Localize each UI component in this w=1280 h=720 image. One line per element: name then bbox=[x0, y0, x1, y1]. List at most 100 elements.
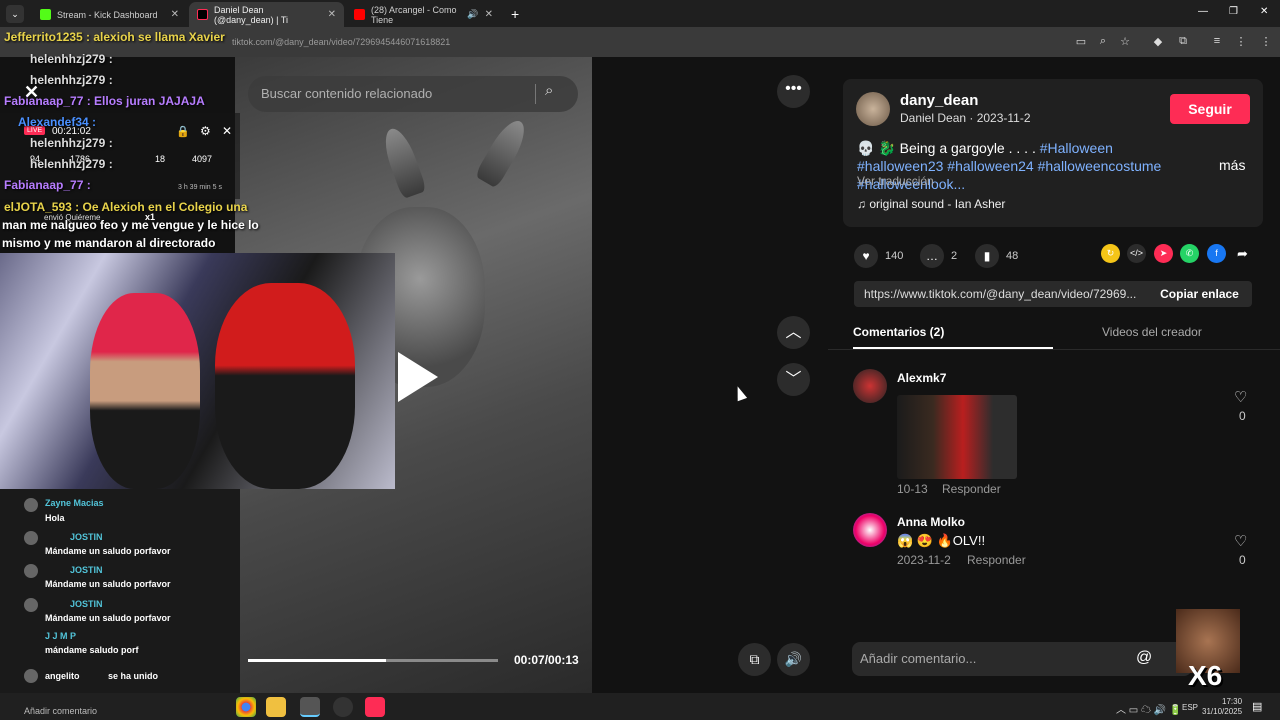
divider bbox=[535, 84, 536, 104]
more-options-button[interactable]: ••• bbox=[777, 75, 810, 108]
restore-button[interactable]: ❐ bbox=[1229, 6, 1238, 17]
play-icon[interactable] bbox=[398, 352, 438, 402]
heart-icon[interactable]: ♥ bbox=[854, 244, 878, 268]
tab-creator-videos[interactable]: Videos del creador bbox=[1102, 325, 1202, 339]
comment-stat[interactable]: … 2 bbox=[920, 244, 957, 268]
speaker-icon[interactable]: 🔊 bbox=[467, 9, 478, 20]
chat-name: JOSTIN bbox=[70, 599, 103, 609]
author-avatar[interactable] bbox=[856, 92, 890, 126]
author-display-date: Daniel Dean · 2023-11-2 bbox=[900, 111, 1031, 125]
heart-outline-icon[interactable]: ♡ bbox=[1234, 532, 1247, 550]
like-count: 140 bbox=[885, 250, 904, 262]
webcam-overlay bbox=[0, 253, 395, 489]
comment-like-count: 0 bbox=[1239, 409, 1246, 423]
language-indicator[interactable]: ESP bbox=[1182, 703, 1198, 712]
translate-link[interactable]: Ver traducción bbox=[857, 174, 934, 188]
cast-icon[interactable]: ▭ bbox=[1073, 35, 1089, 49]
mention-icon[interactable]: @ bbox=[1136, 649, 1152, 667]
url-field[interactable]: tiktok.com/@dany_dean/video/729694544607… bbox=[232, 37, 450, 47]
chat-list: Zayne Macias Hola JOSTIN Mándame un salu… bbox=[0, 489, 240, 693]
browser-menu-icon[interactable]: ⋮ bbox=[1258, 35, 1274, 49]
window-close-button[interactable]: ✕ bbox=[1260, 6, 1268, 17]
commenter-avatar[interactable] bbox=[853, 513, 887, 547]
related-search-input[interactable]: Buscar contenido relacionado bbox=[248, 76, 578, 112]
zoom-icon[interactable]: ⌕ bbox=[1095, 35, 1111, 49]
clock[interactable]: 17:30 31/10/2025 bbox=[1202, 697, 1242, 717]
video-progress-fill bbox=[248, 659, 386, 662]
chat-name: Zayne Macias bbox=[45, 498, 104, 508]
sound-link[interactable]: ♫ original sound - Ian Asher bbox=[857, 197, 1005, 211]
chat-line: helenhhzj279 : bbox=[30, 52, 113, 66]
commenter-name[interactable]: Anna Molko bbox=[897, 515, 965, 529]
caption-more-link[interactable]: más bbox=[1219, 157, 1245, 173]
video-link[interactable]: https://www.tiktok.com/@dany_dean/video/… bbox=[864, 287, 1144, 301]
notification-icon[interactable]: ▤ bbox=[1252, 700, 1262, 713]
next-video-button[interactable]: ﹀ bbox=[777, 363, 810, 396]
close-icon[interactable]: ✕ bbox=[328, 9, 336, 20]
comment-count: 2 bbox=[951, 250, 958, 262]
repost-icon[interactable]: ↻ bbox=[1101, 244, 1120, 263]
share-arrow-icon[interactable]: ➦ bbox=[1233, 244, 1252, 263]
tab-label: Stream - Kick Dashboard bbox=[57, 9, 158, 20]
close-icon[interactable]: ✕ bbox=[24, 82, 39, 103]
picture-in-picture-button[interactable]: ⧉ bbox=[738, 643, 771, 676]
extension-icon[interactable]: ◆ bbox=[1150, 35, 1166, 49]
puzzle-icon[interactable]: ⧉ bbox=[1175, 35, 1191, 49]
comment-icon[interactable]: … bbox=[920, 244, 944, 268]
follow-button[interactable]: Seguir bbox=[1170, 94, 1250, 124]
chat-message: Mándame un saludo porfavor bbox=[45, 579, 171, 589]
bookmark-icon[interactable]: ▮ bbox=[975, 244, 999, 268]
comment-image[interactable] bbox=[897, 395, 1017, 479]
tiktok-app-icon[interactable] bbox=[365, 697, 385, 717]
reply-link[interactable]: Responder bbox=[942, 482, 1001, 496]
chat-line: helenhhzj279 : bbox=[30, 73, 113, 87]
streamer-figure bbox=[90, 293, 200, 489]
tab-tiktok[interactable]: Daniel Dean (@dany_dean) | Ti ✕ bbox=[189, 2, 344, 27]
tab-label: (28) Arcangel - Como Tiene bbox=[371, 4, 457, 25]
file-explorer-icon[interactable] bbox=[266, 697, 286, 717]
like-stat[interactable]: ♥ 140 bbox=[854, 244, 903, 268]
video-progress-bar[interactable] bbox=[248, 659, 498, 662]
media-icon[interactable]: ≡ bbox=[1209, 35, 1225, 49]
browser-tab-bar: ⌄ Stream - Kick Dashboard ✕ Daniel Dean … bbox=[0, 0, 1280, 27]
commenter-avatar[interactable] bbox=[853, 369, 887, 403]
tab-search-button[interactable]: ⌄ bbox=[6, 5, 24, 23]
facebook-icon[interactable]: f bbox=[1207, 244, 1226, 263]
whatsapp-icon[interactable]: ✆ bbox=[1180, 244, 1199, 263]
new-tab-button[interactable]: + bbox=[511, 6, 519, 22]
volume-button[interactable]: 🔊 bbox=[777, 643, 810, 676]
chat-input[interactable]: Añadir comentario bbox=[24, 706, 97, 716]
tab-kick-dashboard[interactable]: Stream - Kick Dashboard ✕ bbox=[32, 2, 187, 27]
chrome-active-icon[interactable] bbox=[300, 697, 320, 717]
save-stat[interactable]: ▮ 48 bbox=[975, 244, 1018, 268]
previous-video-button[interactable]: ︿ bbox=[777, 316, 810, 349]
minimize-button[interactable]: — bbox=[1198, 6, 1208, 17]
video-timecode: 00:07/00:13 bbox=[514, 653, 579, 667]
obs-icon[interactable] bbox=[333, 697, 353, 717]
chat-avatar bbox=[24, 564, 38, 578]
chat-line: elJOTA_593 : Oe Alexioh en el Colegio un… bbox=[4, 200, 248, 214]
chat-avatar bbox=[24, 531, 38, 545]
tab-label: Daniel Dean (@dany_dean) | Ti bbox=[214, 4, 289, 25]
copy-link-button[interactable]: Copiar enlace bbox=[1147, 281, 1252, 307]
close-icon[interactable]: ✕ bbox=[485, 9, 493, 20]
tab-comments[interactable]: Comentarios (2) bbox=[853, 325, 944, 339]
heart-outline-icon[interactable]: ♡ bbox=[1234, 388, 1247, 406]
commenter-name[interactable]: Alexmk7 bbox=[897, 371, 946, 385]
reply-link[interactable]: Responder bbox=[967, 553, 1026, 567]
bookmark-star-icon[interactable]: ☆ bbox=[1117, 35, 1133, 49]
author-username[interactable]: dany_dean bbox=[900, 92, 978, 109]
embed-icon[interactable]: </> bbox=[1127, 244, 1146, 263]
chrome-icon[interactable] bbox=[236, 697, 256, 717]
chat-avatar bbox=[24, 498, 38, 512]
comment-input[interactable]: Añadir comentario... bbox=[860, 651, 976, 666]
search-icon[interactable]: ⌕ bbox=[545, 82, 553, 99]
comment-like-count: 0 bbox=[1239, 553, 1246, 567]
close-icon[interactable]: ✕ bbox=[171, 9, 179, 20]
chat-avatar bbox=[24, 669, 38, 683]
tray-icons[interactable]: ︿ ▭ ☁ 🔊 🔋 bbox=[1116, 701, 1181, 716]
tab-youtube[interactable]: (28) Arcangel - Como Tiene 🔊 ✕ bbox=[346, 2, 501, 27]
send-icon[interactable]: ➤ bbox=[1154, 244, 1173, 263]
menu-icon[interactable]: ⋮ bbox=[1233, 35, 1249, 49]
tiktok-icon bbox=[197, 9, 208, 20]
